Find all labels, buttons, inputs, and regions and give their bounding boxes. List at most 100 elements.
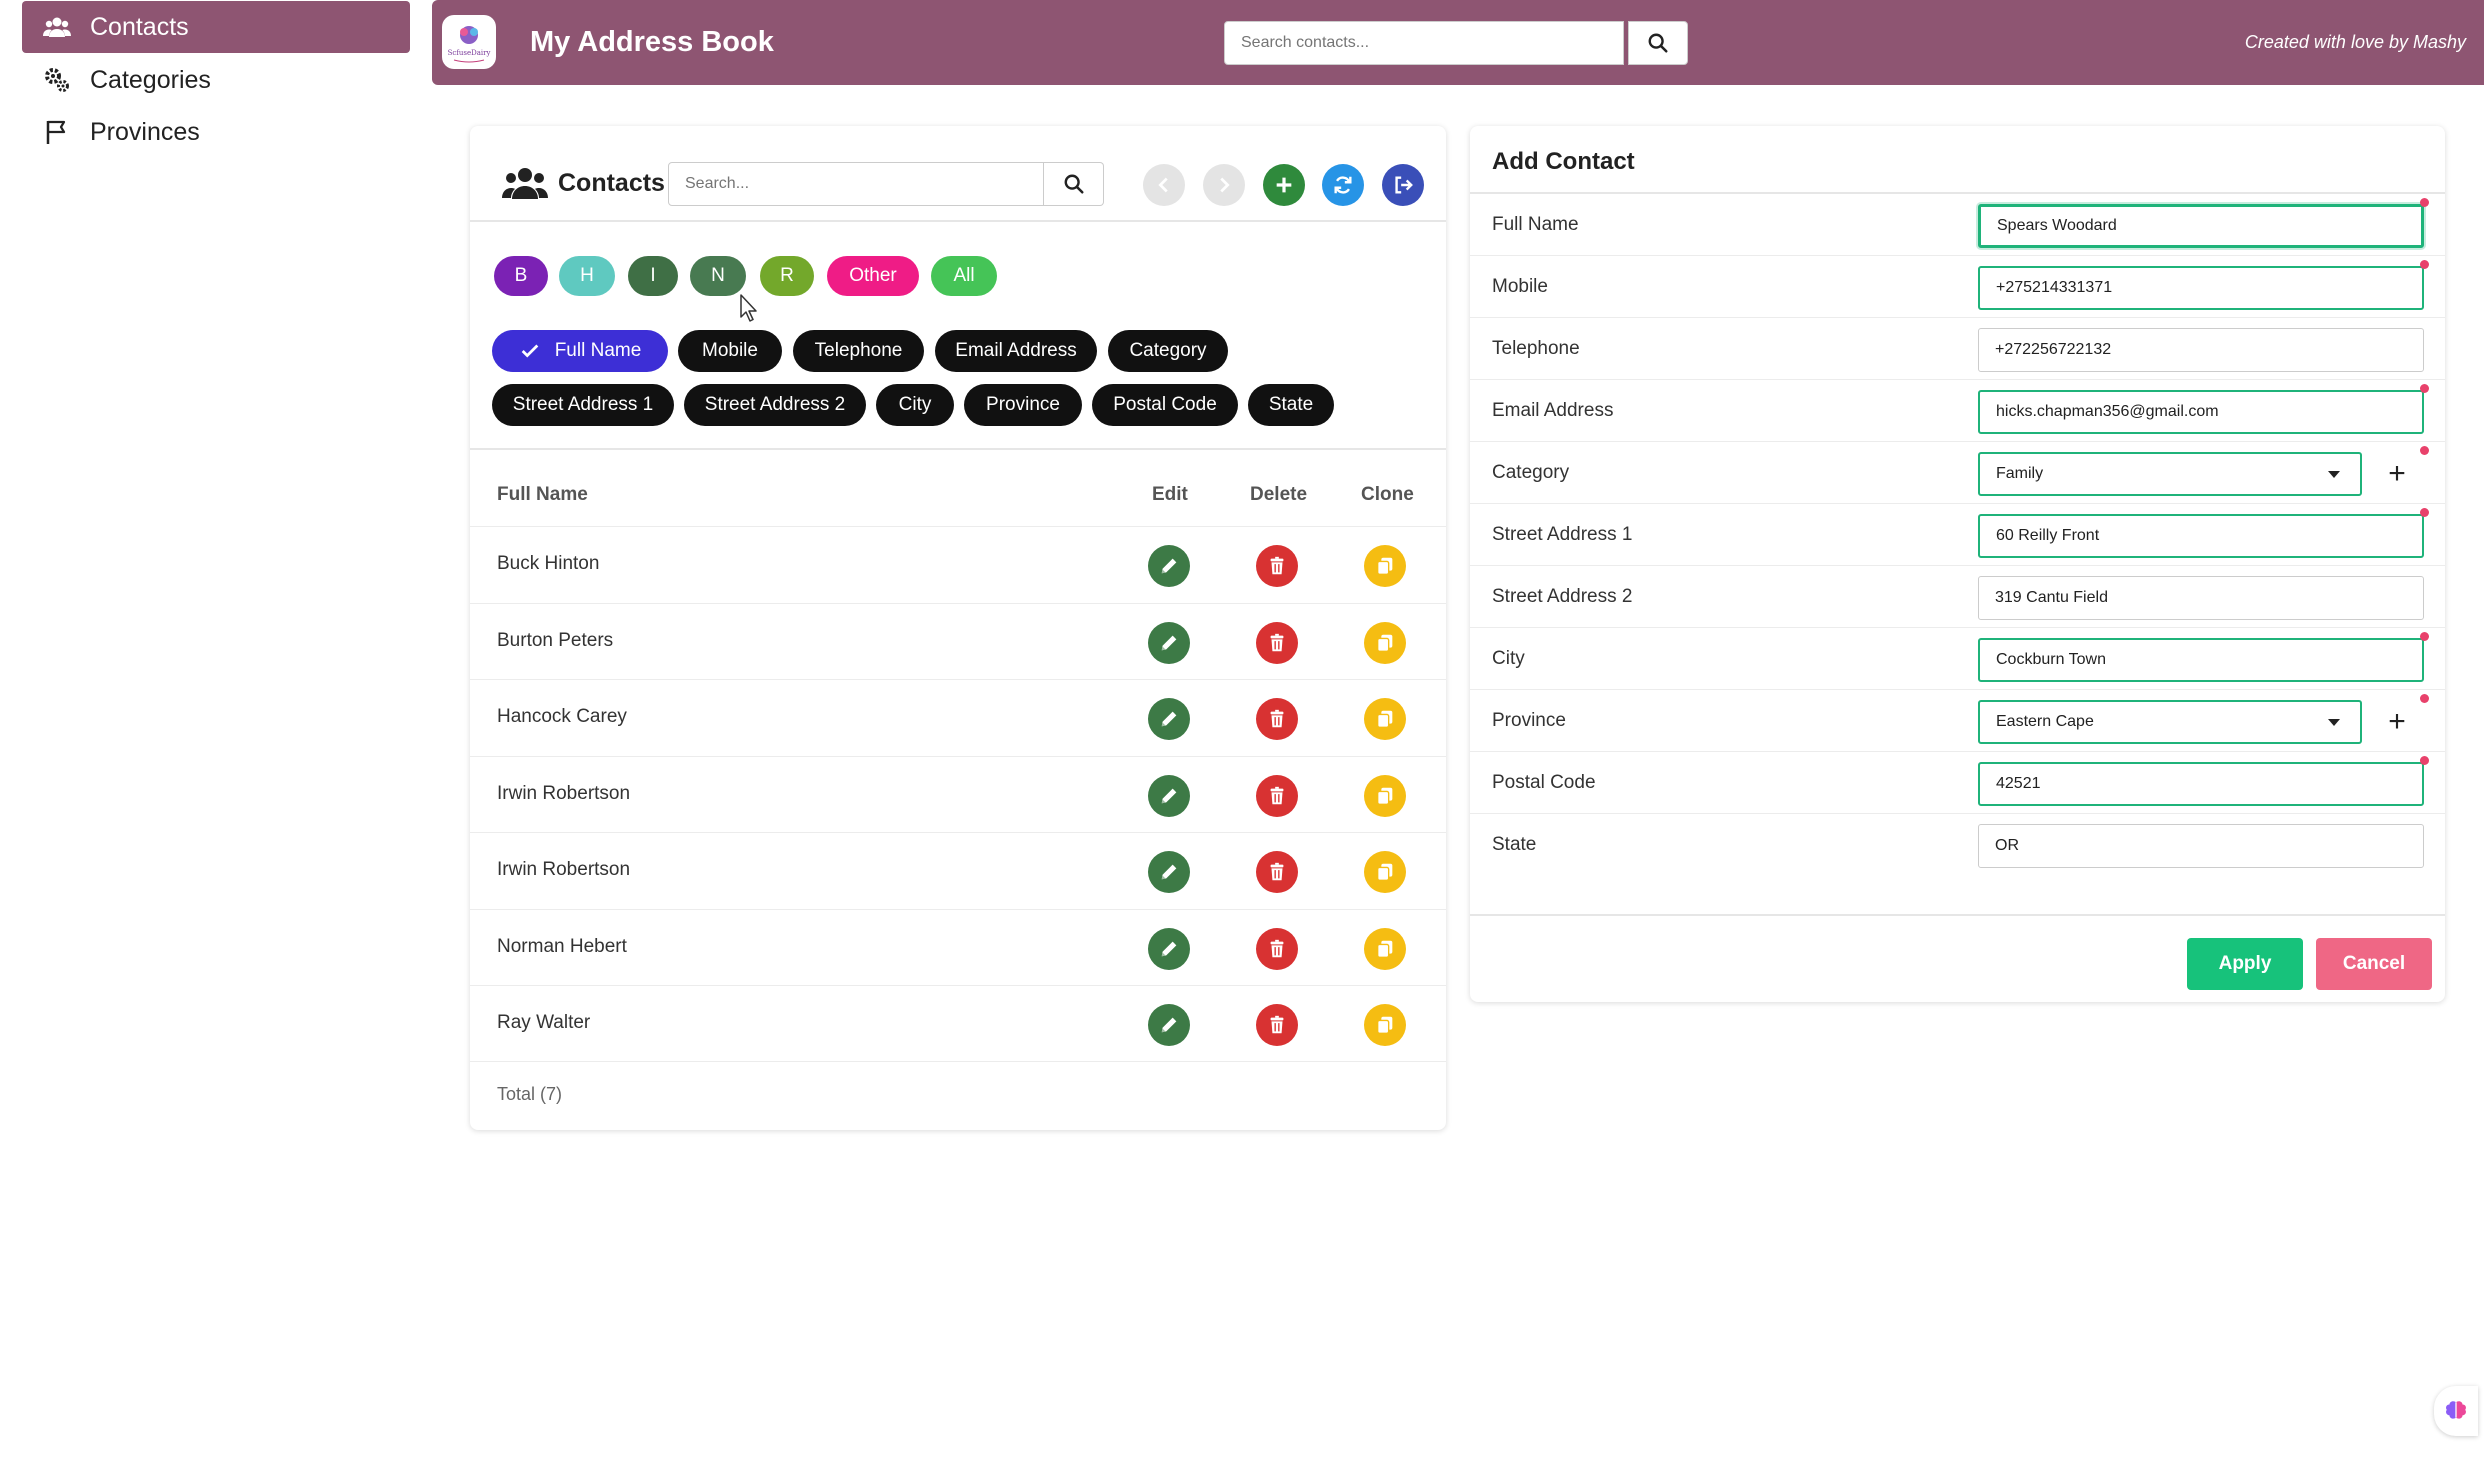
contacts-panel-header: Contacts <box>470 126 1446 222</box>
add-contact-panel: Add Contact Full Name Mobile Telephone E… <box>1470 126 2445 1002</box>
letter-filter-b[interactable]: B <box>494 256 548 296</box>
top-bar: ScfuseDairy My Address Book Created with… <box>432 0 2484 85</box>
mouse-cursor-icon <box>740 294 757 322</box>
clone-button[interactable] <box>1364 774 1406 817</box>
table-row[interactable]: Burton Peters <box>470 602 1446 679</box>
column-toggle-mobile[interactable]: Mobile <box>678 330 782 372</box>
contacts-search-input[interactable] <box>668 162 1044 206</box>
full-name-field[interactable] <box>1978 204 2424 248</box>
column-toggle-state[interactable]: State <box>1248 384 1334 426</box>
mobile-field[interactable] <box>1978 266 2424 310</box>
column-toggle-label: Telephone <box>814 340 903 361</box>
column-toggle-city[interactable]: City <box>876 384 954 426</box>
add-category-button[interactable]: + <box>2370 452 2424 496</box>
field-label: Mobile <box>1492 276 1548 297</box>
edit-button[interactable] <box>1148 621 1190 664</box>
sidebar: Contacts Categories Provinces <box>0 0 432 1476</box>
delete-button[interactable] <box>1256 1004 1298 1046</box>
delete-button[interactable] <box>1256 621 1298 664</box>
edit-button[interactable] <box>1148 698 1190 740</box>
table-row[interactable]: Irwin Robertson <box>470 755 1446 832</box>
copy-icon <box>1376 710 1393 728</box>
table-header-name[interactable]: Full Name <box>497 484 588 506</box>
previous-page-button[interactable] <box>1143 164 1185 206</box>
edit-button[interactable] <box>1148 927 1190 970</box>
app-logo: ScfuseDairy <box>442 15 496 69</box>
contacts-total: Total (7) <box>497 1084 563 1104</box>
email-field[interactable] <box>1978 390 2424 434</box>
edit-button[interactable] <box>1148 774 1190 817</box>
province-select[interactable]: Eastern Cape <box>1978 700 2362 744</box>
required-indicator <box>2420 260 2429 269</box>
global-search-input[interactable] <box>1224 21 1624 65</box>
column-toggle-label: Email Address <box>955 340 1077 361</box>
contact-name: Burton Peters <box>497 629 614 651</box>
sidebar-item-contacts[interactable]: Contacts <box>22 1 410 53</box>
category-select[interactable]: Family <box>1978 452 2362 496</box>
edit-button[interactable] <box>1148 545 1190 587</box>
delete-button[interactable] <box>1256 851 1298 893</box>
pencil-icon <box>1161 864 1177 880</box>
telephone-field[interactable] <box>1978 328 2424 372</box>
column-toggle-street-2[interactable]: Street Address 2 <box>684 384 866 426</box>
refresh-button[interactable] <box>1322 164 1364 206</box>
delete-button[interactable] <box>1256 698 1298 740</box>
column-toggle-label: Province <box>986 394 1060 415</box>
table-row[interactable]: Buck Hinton <box>470 526 1446 602</box>
cancel-button[interactable]: Cancel <box>2316 938 2432 990</box>
table-row[interactable]: Norman Hebert <box>470 908 1446 985</box>
city-field[interactable] <box>1978 638 2424 682</box>
chevron-left-icon <box>1158 177 1168 193</box>
column-toggle-telephone[interactable]: Telephone <box>793 330 924 372</box>
clone-button[interactable] <box>1364 698 1406 740</box>
street-address-2-field[interactable] <box>1978 576 2424 620</box>
trash-icon <box>1270 786 1284 804</box>
required-indicator <box>2420 384 2429 393</box>
table-row[interactable]: Ray Walter <box>470 985 1446 1061</box>
form-row-province: Province Eastern Cape + <box>1470 690 2445 752</box>
letter-filter-other[interactable]: Other <box>827 256 919 296</box>
apply-button[interactable]: Apply <box>2187 938 2303 990</box>
sign-out-icon <box>1395 176 1413 194</box>
letter-filter-all[interactable]: All <box>931 256 997 296</box>
clone-button[interactable] <box>1364 1004 1406 1046</box>
clone-button[interactable] <box>1364 851 1406 893</box>
column-toggle-postal-code[interactable]: Postal Code <box>1092 384 1238 426</box>
delete-button[interactable] <box>1256 774 1298 817</box>
clone-button[interactable] <box>1364 927 1406 970</box>
clone-button[interactable] <box>1364 545 1406 587</box>
assistant-widget-button[interactable] <box>2434 1386 2478 1436</box>
edit-button[interactable] <box>1148 851 1190 893</box>
table-row[interactable]: Hancock Carey <box>470 679 1446 755</box>
clone-button[interactable] <box>1364 621 1406 664</box>
column-toggle-street-1[interactable]: Street Address 1 <box>492 384 674 426</box>
global-search-button[interactable] <box>1628 21 1688 65</box>
search-icon <box>1648 33 1668 53</box>
add-contact-button[interactable] <box>1263 164 1305 206</box>
column-toggle-email[interactable]: Email Address <box>935 330 1097 372</box>
add-province-button[interactable]: + <box>2370 700 2424 744</box>
letter-filter-n[interactable]: N <box>690 256 746 296</box>
sidebar-item-categories[interactable]: Categories <box>22 54 410 106</box>
trash-icon <box>1270 939 1284 957</box>
column-toggle-label: Postal Code <box>1113 394 1217 415</box>
next-page-button[interactable] <box>1203 164 1245 206</box>
column-toggle-full-name[interactable]: Full Name <box>492 330 668 372</box>
postal-code-field[interactable] <box>1978 762 2424 806</box>
state-field[interactable] <box>1978 824 2424 868</box>
letter-filter-h[interactable]: H <box>559 256 615 296</box>
edit-button[interactable] <box>1148 1004 1190 1046</box>
required-indicator <box>2420 508 2429 517</box>
delete-button[interactable] <box>1256 545 1298 587</box>
street-address-1-field[interactable] <box>1978 514 2424 558</box>
logout-button[interactable] <box>1382 164 1424 206</box>
letter-filter-r[interactable]: R <box>760 256 814 296</box>
table-header-clone: Clone <box>1361 484 1414 505</box>
column-toggle-province[interactable]: Province <box>964 384 1082 426</box>
delete-button[interactable] <box>1256 927 1298 970</box>
column-toggle-category[interactable]: Category <box>1108 330 1228 372</box>
table-row[interactable]: Irwin Robertson <box>470 832 1446 908</box>
letter-filter-i[interactable]: I <box>628 256 678 296</box>
contacts-search-button[interactable] <box>1044 162 1104 206</box>
sidebar-item-provinces[interactable]: Provinces <box>22 106 410 158</box>
